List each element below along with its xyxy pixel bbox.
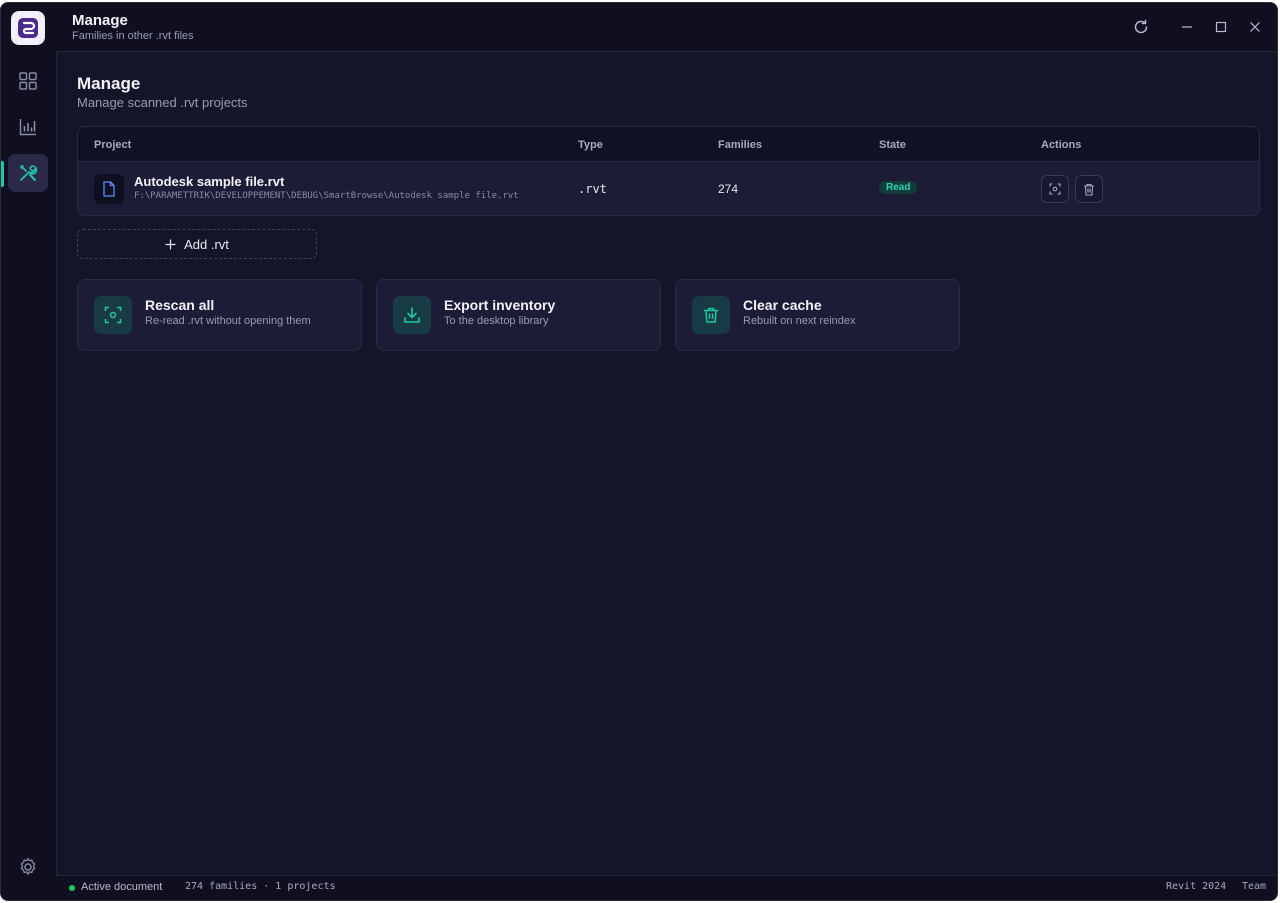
- project-type: .rvt: [578, 182, 607, 196]
- maximize-icon: [1215, 21, 1227, 33]
- close-icon: [1250, 22, 1260, 32]
- rescan-all-card[interactable]: Rescan all Re-read .rvt without opening …: [77, 279, 362, 351]
- close-button[interactable]: [1245, 17, 1265, 37]
- window-title: Manage: [72, 12, 128, 29]
- status-dot: [69, 885, 75, 891]
- license-mode: Team: [1242, 881, 1267, 892]
- minimize-button[interactable]: [1177, 17, 1197, 37]
- maximize-button[interactable]: [1211, 17, 1231, 37]
- refresh-icon: [1134, 19, 1148, 34]
- sidebar: [1, 3, 57, 900]
- scan-icon: [104, 306, 122, 324]
- header-project: Project: [94, 139, 132, 151]
- tools-icon: [20, 165, 38, 181]
- app-logo[interactable]: [11, 11, 45, 45]
- file-icon: [103, 181, 115, 197]
- export-inventory-card[interactable]: Export inventory To the desktop library: [376, 279, 661, 351]
- project-name: Autodesk sample file.rvt: [134, 174, 285, 189]
- logo-icon: [18, 18, 38, 38]
- sidebar-item-dashboard[interactable]: [8, 62, 48, 100]
- file-icon-wrap: [94, 174, 124, 204]
- trash-icon: [1084, 183, 1094, 196]
- header-type: Type: [578, 139, 603, 151]
- card-icon-wrap: [692, 296, 730, 334]
- add-rvt-button[interactable]: Add .rvt: [77, 229, 317, 259]
- clear-cache-card[interactable]: Clear cache Rebuilt on next reindex: [675, 279, 960, 351]
- app-window: Manage Families in other .rvt files Mana: [0, 2, 1278, 901]
- card-title: Rescan all: [145, 297, 215, 313]
- card-subtitle: Rebuilt on next reindex: [743, 315, 856, 327]
- projects-table: Project Type Families State Actions Auto…: [77, 126, 1260, 216]
- card-icon-wrap: [393, 296, 431, 334]
- header-families: Families: [718, 139, 763, 151]
- minimize-icon: [1182, 26, 1192, 28]
- main-content: Manage Manage scanned .rvt projects Proj…: [56, 52, 1277, 875]
- card-title: Clear cache: [743, 297, 822, 313]
- add-rvt-label: Add .rvt: [184, 236, 229, 252]
- revit-version: Revit 2024: [1166, 881, 1227, 892]
- window-subtitle: Families in other .rvt files: [72, 30, 194, 42]
- project-path: F:\PARAMETTRIK\DEVELOPPEMENT\DEBUG\Smart…: [134, 191, 519, 201]
- header-state: State: [879, 139, 906, 151]
- statusbar: Active document 274 families · 1 project…: [56, 875, 1277, 900]
- header-actions: Actions: [1041, 139, 1082, 151]
- card-subtitle: Re-read .rvt without opening them: [145, 315, 311, 327]
- download-icon: [404, 307, 420, 323]
- card-title: Export inventory: [444, 297, 556, 313]
- table-header: Project Type Families State Actions: [78, 127, 1259, 162]
- titlebar: Manage Families in other .rvt files: [56, 3, 1277, 52]
- status-summary: 274 families · 1 projects: [185, 881, 336, 892]
- settings-button[interactable]: [8, 848, 48, 886]
- status-badge: Read: [879, 181, 918, 194]
- rescan-project-button[interactable]: [1041, 175, 1069, 203]
- table-row[interactable]: Autodesk sample file.rvt F:\PARAMETTRIK\…: [78, 162, 1259, 215]
- page-subtitle: Manage scanned .rvt projects: [77, 95, 248, 110]
- plus-icon: [165, 239, 176, 249]
- active-indicator: [1, 161, 4, 187]
- project-families: 274: [718, 182, 739, 196]
- delete-project-button[interactable]: [1075, 175, 1103, 203]
- card-icon-wrap: [94, 296, 132, 334]
- scan-icon: [1049, 183, 1061, 195]
- sidebar-item-manage[interactable]: [8, 154, 48, 192]
- chart-icon: [19, 119, 36, 136]
- trash-icon: [704, 307, 718, 323]
- grid-icon: [19, 72, 37, 90]
- active-document-label: Active document: [81, 881, 163, 893]
- refresh-button[interactable]: [1131, 17, 1151, 37]
- page-title: Manage: [77, 74, 141, 93]
- card-subtitle: To the desktop library: [444, 315, 549, 327]
- gear-icon: [20, 857, 36, 875]
- sidebar-item-stats[interactable]: [8, 108, 48, 146]
